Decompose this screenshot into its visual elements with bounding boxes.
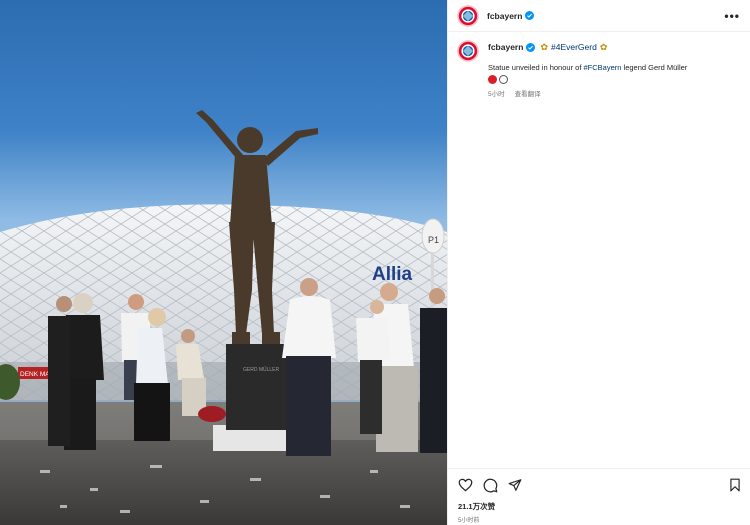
caption-suffix: legend Gerd Müller <box>621 63 688 72</box>
bee-emoji-icon: ✿ <box>599 41 608 52</box>
see-translation-link[interactable]: 查看翻译 <box>515 88 541 98</box>
caption-username[interactable]: fcbayern <box>488 42 523 52</box>
comment-icon <box>483 478 498 492</box>
post-media[interactable]: Allia P1 DENK MAL GERD MÜLLER <box>0 0 447 525</box>
plaque-text: GERD MÜLLER <box>243 366 280 373</box>
verified-badge-icon <box>525 11 535 20</box>
stadium-sign: Allia <box>372 264 413 285</box>
caption-mention-link[interactable]: #FCBayern <box>584 63 622 72</box>
verified-badge-icon <box>526 42 536 52</box>
post-header: fcbayern ••• <box>448 0 750 32</box>
share-button[interactable] <box>508 478 522 492</box>
post-caption: fcbayern ✿ #4EverGerd ✿ Statue unveiled … <box>448 32 750 98</box>
save-button[interactable] <box>729 478 741 492</box>
share-icon <box>508 479 522 491</box>
caption-text: Statue unveiled in honour of #FCBayern l… <box>488 62 687 73</box>
caption-time: 5小时 <box>488 91 505 98</box>
post-side-panel: fcbayern ••• fcbayern ✿ #4EverGerd ✿ Sta… <box>447 0 750 525</box>
instagram-post-view: Allia P1 DENK MAL GERD MÜLLER fcbayern •… <box>0 0 750 525</box>
club-colors-emojis <box>488 75 687 84</box>
fc-bayern-logo[interactable] <box>457 40 479 62</box>
post-actions: 21.1万次赞 5小时前 <box>448 468 750 524</box>
bee-emoji-icon: ✿ <box>540 41 548 52</box>
comment-button[interactable] <box>483 478 498 493</box>
heart-icon <box>458 478 473 492</box>
views-count[interactable]: 21.1万次赞 <box>458 501 741 512</box>
white-circle-icon <box>499 75 508 84</box>
more-options-button[interactable]: ••• <box>724 9 740 23</box>
caption-prefix: Statue unveiled in honour of <box>488 63 584 72</box>
fc-bayern-logo[interactable] <box>457 4 479 27</box>
header-username[interactable]: fcbayern <box>487 11 522 21</box>
statue-photo: Allia P1 DENK MAL GERD MÜLLER <box>0 0 447 525</box>
bookmark-icon <box>730 478 740 492</box>
gate-sign: P1 <box>428 235 439 245</box>
hashtag-link[interactable]: #4EverGerd <box>551 42 597 52</box>
like-button[interactable] <box>458 478 473 492</box>
red-circle-icon <box>488 75 497 84</box>
posted-time: 5小时前 <box>458 518 480 524</box>
caption-meta: 5小时 查看翻译 <box>488 88 687 98</box>
